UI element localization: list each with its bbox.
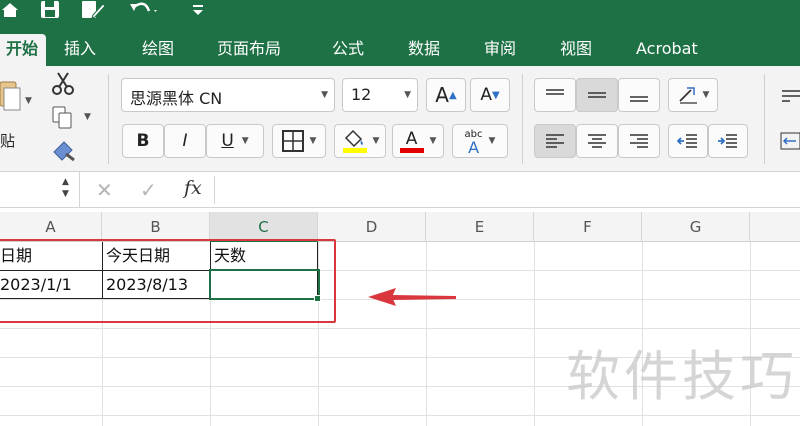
tab-page-layout[interactable]: 页面布局 [217, 34, 281, 66]
align-center-icon [588, 134, 606, 148]
annotation-box [0, 239, 336, 323]
font-name-value: 思源黑体 CN [130, 89, 223, 108]
chevron-down-icon: ▼ [241, 136, 249, 146]
align-bottom-button[interactable] [618, 78, 660, 112]
orientation-button[interactable]: ▼ [668, 78, 718, 112]
align-middle-button[interactable] [576, 78, 618, 112]
column-header-a[interactable]: A [0, 212, 102, 242]
font-color-button[interactable]: A ▼ [392, 124, 444, 158]
bold-button[interactable]: B [122, 124, 164, 158]
merge-cells-icon[interactable] [780, 132, 800, 154]
chevron-down-icon: ▼ [488, 136, 496, 146]
ribbon-tabs: 开始 插入 绘图 页面布局 公式 数据 审阅 视图 Acrobat [0, 34, 800, 66]
chevron-down-icon: ▼ [309, 136, 317, 146]
cancel-icon[interactable]: ✕ [96, 178, 113, 202]
tab-formulas[interactable]: 公式 [332, 34, 364, 66]
chevron-down-icon: ▼ [702, 90, 710, 100]
increase-font-size-button[interactable]: A ▲ [426, 78, 466, 112]
wrap-text-icon[interactable] [780, 88, 800, 108]
column-header-e[interactable]: E [426, 212, 534, 242]
align-right-button[interactable] [618, 124, 660, 158]
borders-button[interactable]: ▼ [272, 124, 326, 158]
column-header-c[interactable]: C [210, 212, 318, 242]
ribbon-separator [764, 74, 765, 164]
triangle-down-icon: ▼ [491, 89, 500, 101]
align-top-button[interactable] [534, 78, 576, 112]
phonetic-guide-button[interactable]: abc A ▼ [452, 124, 508, 158]
sheet-grid[interactable]: 日期 今天日期 天数 2023/1/1 2023/8/13 软件技巧 [0, 239, 800, 426]
chevron-down-icon: ▼ [404, 90, 411, 100]
paste-button[interactable] [0, 78, 22, 122]
decrease-indent-button[interactable] [668, 124, 708, 158]
font-color-icon: A [399, 130, 424, 153]
undo-icon[interactable] [124, 0, 164, 20]
tab-insert[interactable]: 插入 [64, 34, 96, 66]
align-right-icon [630, 134, 648, 148]
formula-bar: ▲ ▼ ✕ ✓ fx [0, 172, 800, 208]
copy-icon[interactable] [52, 106, 74, 134]
font-name-select[interactable]: 思源黑体 CN ▼ [121, 78, 335, 112]
column-header-g[interactable]: G [642, 212, 750, 242]
align-center-button[interactable] [576, 124, 618, 158]
paste-dropdown-icon[interactable]: ▼ [25, 96, 32, 106]
annotation-arrow-icon [368, 288, 456, 306]
chevron-down-icon: ▼ [429, 136, 437, 146]
font-color-swatch [399, 147, 424, 153]
ribbon: ▼ 贴 ▼ 思源黑体 CN ▼ 12 ▼ A ▲ A ▼ B I U ▼ ▼ ▼ A [0, 66, 800, 172]
chevron-down-icon: ▼ [321, 90, 328, 100]
edit-document-icon[interactable] [80, 0, 106, 20]
triangle-up-icon: ▲ [448, 89, 457, 101]
phonetic-icon: abc A [464, 129, 483, 157]
scissors-icon[interactable] [52, 72, 74, 100]
stepper-icon[interactable]: ▲ ▼ [62, 176, 69, 200]
copy-dropdown-icon[interactable]: ▼ [84, 112, 91, 122]
name-box[interactable]: ▲ ▼ [0, 172, 80, 208]
insert-function-button[interactable]: fx [184, 177, 202, 199]
increase-indent-icon [718, 134, 737, 148]
tab-home[interactable]: 开始 [0, 34, 47, 66]
column-header-b[interactable]: B [102, 212, 210, 242]
tab-draw[interactable]: 绘图 [142, 34, 174, 66]
tab-acrobat[interactable]: Acrobat [636, 34, 698, 66]
chevron-down-icon: ▼ [372, 136, 380, 146]
title-bar [0, 0, 800, 34]
column-header-f[interactable]: F [534, 212, 642, 242]
align-left-icon [546, 134, 564, 148]
column-header-d[interactable]: D [318, 212, 426, 242]
formula-input[interactable] [220, 172, 800, 208]
fill-color-button[interactable]: ▼ [334, 124, 386, 158]
align-left-button[interactable] [534, 124, 576, 158]
align-bottom-icon [630, 96, 648, 102]
font-size-value: 12 [351, 85, 372, 104]
save-icon[interactable] [38, 0, 62, 20]
formula-divider [214, 176, 215, 204]
underline-button[interactable]: U ▼ [206, 124, 264, 158]
enter-icon[interactable]: ✓ [140, 178, 157, 202]
home-icon[interactable] [0, 0, 20, 20]
format-painter-icon[interactable] [52, 140, 76, 166]
decrease-indent-icon [677, 134, 697, 148]
tab-view[interactable]: 视图 [560, 34, 592, 66]
customize-toolbar-icon[interactable] [188, 0, 208, 20]
ribbon-separator [522, 74, 523, 164]
watermark: 软件技巧 [566, 345, 798, 408]
ribbon-separator [108, 74, 109, 164]
tab-data[interactable]: 数据 [408, 34, 440, 66]
paste-label: 贴 [0, 132, 16, 150]
borders-icon [281, 130, 304, 152]
grid-line [0, 415, 800, 416]
grid-line [0, 328, 800, 329]
column-headers: A B C D E F G [0, 212, 800, 242]
text-orientation-icon [678, 87, 697, 104]
tab-review[interactable]: 审阅 [484, 34, 516, 66]
increase-indent-button[interactable] [708, 124, 748, 158]
align-top-icon [546, 89, 564, 95]
decrease-font-size-button[interactable]: A ▼ [470, 78, 510, 112]
align-middle-icon [588, 92, 606, 98]
paint-bucket-icon [342, 129, 367, 153]
italic-button[interactable]: I [164, 124, 206, 158]
font-size-select[interactable]: 12 ▼ [342, 78, 418, 112]
